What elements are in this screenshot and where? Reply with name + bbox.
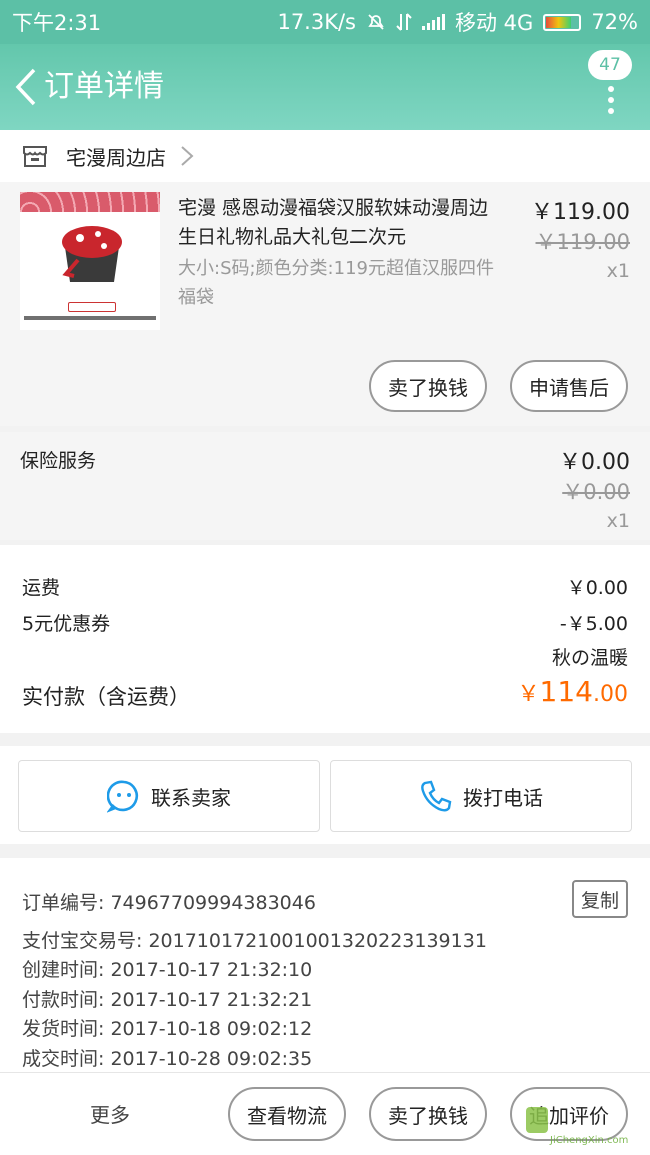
coupon-row: 5元优惠券 -￥5.00 [22, 609, 628, 636]
chevron-right-icon [181, 146, 194, 166]
contact-seller-label: 联系卖家 [151, 785, 231, 810]
status-bar: 下午2:31 17.3K/s 移动 4G 72% [0, 0, 650, 44]
resell-button[interactable]: 卖了换钱 [369, 360, 487, 412]
product-title[interactable]: 宅漫 感恩动漫福袋汉服软妹动漫周边生日礼物礼品大礼包二次元 [178, 194, 498, 252]
shipping-label: 运费 [22, 577, 61, 599]
product-item[interactable]: 宅漫 感恩动漫福袋汉服软妹动漫周边生日礼物礼品大礼包二次元 大小:S码;颜色分类… [0, 182, 650, 426]
store-icon [23, 146, 47, 167]
store-name: 宅漫周边店 [66, 145, 166, 170]
call-phone-button[interactable]: 拨打电话 [330, 760, 632, 832]
product-image[interactable] [20, 192, 160, 330]
shipping-value: ￥0.00 [566, 577, 628, 599]
coupon-value: -￥5.00 [559, 613, 628, 635]
order-info: 订单编号: 74967709994383046 复制 支付宝交易号: 20171… [0, 858, 650, 1072]
contact-bar: 联系卖家 拨打电话 [0, 746, 650, 844]
resell-bottom-button[interactable]: 卖了换钱 [369, 1087, 487, 1141]
nav-bar: 订单详情 47 [0, 44, 650, 130]
carrier-label: 移动 4G [455, 11, 534, 35]
back-arrow-icon [15, 68, 36, 106]
data-transfer-icon [396, 13, 412, 31]
more-dots-icon [608, 86, 614, 119]
bottom-action-bar: 更多 查看物流 卖了换钱 追加评价 JiChengXin.com [0, 1072, 650, 1155]
insurance-quantity: x1 [606, 510, 630, 532]
product-quantity: x1 [606, 260, 630, 282]
mute-bell-icon [368, 14, 384, 30]
fee-summary: 运费 ￥0.00 5元优惠券 -￥5.00 秋の温暖 实付款（含运费） ￥114… [0, 545, 650, 733]
watermark-text: JiChengXin.com [550, 1135, 629, 1146]
network-speed: 17.3K/s [277, 10, 356, 34]
chat-bubble-icon [107, 780, 139, 813]
more-menu-button[interactable]: 47 [588, 50, 638, 120]
phone-icon [421, 780, 452, 812]
insurance-original-price: ￥0.00 [562, 480, 630, 504]
site-watermark: JiChengXin.com [526, 1105, 646, 1153]
watermark-logo-icon [526, 1107, 548, 1133]
after-sale-button[interactable]: 申请售后 [510, 360, 628, 412]
more-button[interactable]: 更多 [90, 1099, 130, 1128]
battery-icon [543, 13, 582, 31]
page-title: 订单详情 [44, 69, 164, 104]
currency-symbol: ￥ [517, 682, 540, 707]
insurance-price: ￥0.00 [559, 450, 630, 475]
store-row[interactable]: 宅漫周边店 [0, 130, 650, 182]
order-number: 订单编号: 74967709994383046 [22, 892, 316, 914]
payment-time: 付款时间: 2017-10-17 21:32:21 [22, 989, 313, 1011]
call-phone-label: 拨打电话 [463, 785, 543, 810]
actual-payment-label: 实付款（含运费） [22, 685, 190, 709]
contact-seller-button[interactable]: 联系卖家 [18, 760, 320, 832]
gift-bag-icon [62, 226, 122, 282]
actual-payment-value: ￥114.00 [518, 675, 628, 708]
shipped-time: 发货时间: 2017-10-18 09:02:12 [22, 1018, 313, 1040]
alipay-trade-number: 支付宝交易号: 2017101721001001320223139131 [22, 930, 487, 952]
created-time: 创建时间: 2017-10-17 21:32:10 [22, 959, 313, 981]
product-spec: 大小:S码;颜色分类:119元超值汉服四件福袋 [178, 258, 494, 308]
shipping-row: 运费 ￥0.00 [22, 573, 628, 600]
message-count-badge: 47 [588, 50, 632, 80]
coupon-label: 5元优惠券 [22, 613, 111, 635]
signal-icon [422, 14, 445, 30]
battery-percent: 72% [591, 10, 638, 34]
completed-time: 成交时间: 2017-10-28 09:02:35 [22, 1048, 313, 1070]
pay-decimal: .00 [593, 682, 628, 707]
product-original-price: ￥119.00 [535, 230, 630, 254]
copy-button[interactable]: 复制 [572, 880, 628, 918]
pay-integer: 114 [539, 675, 593, 708]
back-button[interactable] [8, 62, 44, 112]
view-logistics-button[interactable]: 查看物流 [228, 1087, 346, 1141]
status-time: 下午2:31 [12, 11, 102, 35]
coupon-note: 秋の温暖 [551, 647, 628, 669]
insurance-label: 保险服务 [20, 450, 97, 472]
product-price: ￥119.00 [531, 200, 630, 225]
insurance-row: 保险服务 ￥0.00 ￥0.00 x1 [0, 432, 650, 540]
